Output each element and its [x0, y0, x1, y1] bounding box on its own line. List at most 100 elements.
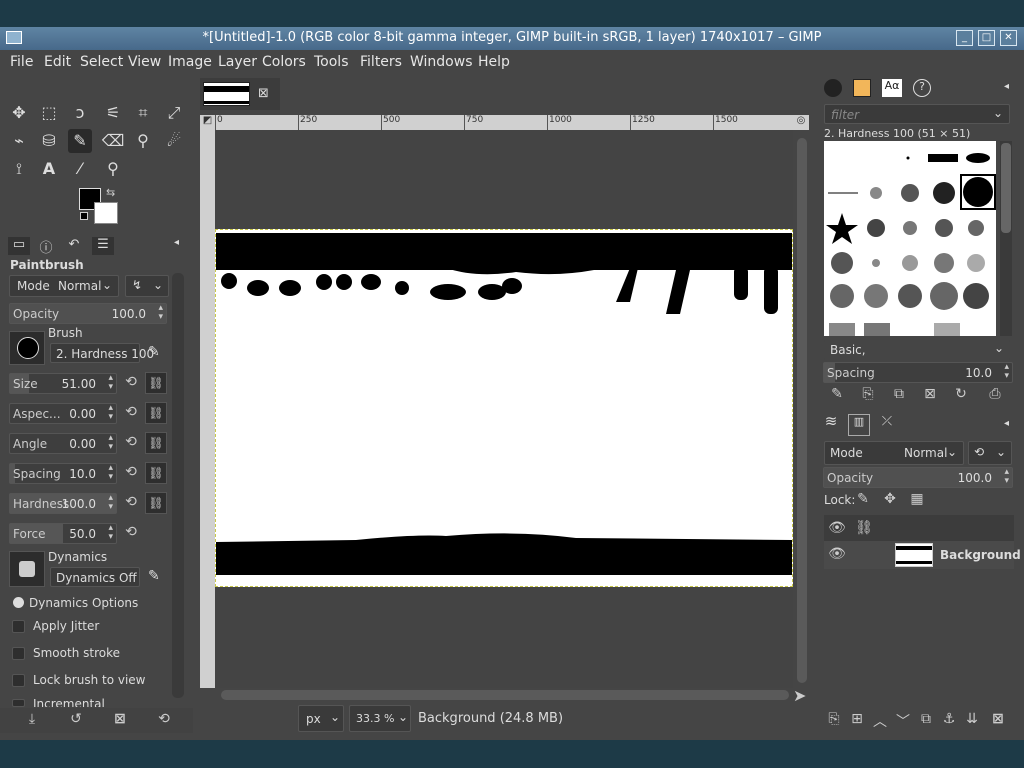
zoom-dropdown[interactable]: 33.3 % ⌄ [349, 705, 411, 732]
reset-icon[interactable]: ⟲ [122, 434, 140, 452]
link-chain-icon[interactable]: ⛓ [145, 462, 167, 484]
lasso-tool-icon[interactable]: ↄ [68, 101, 92, 125]
menu-filters[interactable]: Filters [360, 54, 402, 70]
unit-dropdown[interactable]: px ⌄ [298, 705, 344, 732]
dock-menu-icon[interactable]: ◂ [1004, 418, 1009, 429]
brush-preview[interactable] [9, 331, 45, 365]
clone-tool-icon[interactable]: ⚲ [131, 129, 155, 153]
fuzzy-select-tool-icon[interactable]: ⚟ [101, 101, 125, 125]
swap-colors-icon[interactable]: ⇆ [106, 186, 115, 199]
tab-fonts[interactable]: Aα [882, 79, 902, 97]
tab-tool-options[interactable]: ▭ [8, 237, 30, 255]
layer-row-background[interactable]: 👁 Background [824, 541, 1021, 569]
lock-alpha-icon[interactable]: ▦ [907, 491, 927, 507]
brush-grid-scrollbar[interactable] [1000, 141, 1012, 336]
duplicate-brush-icon[interactable]: ⧉ [889, 386, 909, 402]
link-chain-icon[interactable]: ⛓ [145, 492, 167, 514]
tab-device-status[interactable]: ⓘ [35, 237, 57, 256]
crop-tool-icon[interactable]: ⌗ [131, 101, 155, 125]
menu-help[interactable]: Help [478, 54, 510, 70]
opacity-slider[interactable]: Opacity 100.0 ▴ ▾ [9, 303, 167, 324]
anchor-layer-icon[interactable]: ⚓ [939, 711, 959, 727]
spin-arrows-icon[interactable]: ▴ ▾ [1004, 468, 1009, 486]
menu-file[interactable]: File [10, 54, 33, 70]
brush-spacing-slider[interactable]: Spacing 10.0 ▴ ▾ [823, 362, 1013, 383]
dynamics-preview[interactable] [9, 551, 45, 587]
tab-paths[interactable]: ⤫ [876, 414, 898, 436]
smooth-stroke-checkbox[interactable] [12, 647, 25, 660]
brush-preset-dropdown[interactable]: Basic, ⌄ [824, 340, 1010, 360]
raise-layer-icon[interactable]: ︿ [870, 711, 890, 731]
text-tool-icon[interactable]: A [37, 157, 61, 181]
spin-arrows-icon[interactable]: ▴ ▾ [108, 494, 113, 512]
close-window-button[interactable]: ✕ [1000, 30, 1017, 46]
spin-arrows-icon[interactable]: ▴ ▾ [1004, 363, 1009, 381]
tab-patterns[interactable] [853, 79, 871, 97]
reset-options-icon[interactable]: ⟲ [154, 711, 174, 727]
expand-icon[interactable] [13, 597, 24, 608]
menu-image[interactable]: Image [168, 54, 212, 70]
menu-layer[interactable]: Layer [218, 54, 257, 70]
reset-icon[interactable]: ⟲ [122, 464, 140, 482]
lower-layer-icon[interactable]: ﹀ [893, 711, 913, 731]
tab-help[interactable]: ? [913, 79, 931, 97]
slider-1[interactable]: Aspec... 0.00 ▴ ▾ [9, 403, 117, 424]
tab-brushes[interactable] [824, 79, 842, 97]
reset-icon[interactable]: ⟲ [122, 404, 140, 422]
horizontal-ruler[interactable]: 0 250 500 750 1000 1250 1500 [215, 115, 793, 130]
slider-4[interactable]: Hardness 100.0 ▴ ▾ [9, 493, 117, 514]
mode-dropdown[interactable]: Mode Normal ⌄ [9, 275, 119, 297]
quick-mask-icon[interactable]: ◩ [200, 115, 215, 130]
duplicate-layer-icon[interactable]: ⧉ [916, 711, 936, 727]
link-chain-icon[interactable]: ⛓ [145, 432, 167, 454]
warp-tool-icon[interactable]: ⌁ [7, 129, 31, 153]
spin-arrows-icon[interactable]: ▴ ▾ [108, 434, 113, 452]
bucket-fill-tool-icon[interactable]: ⛁ [37, 129, 61, 153]
tool-options-scrollbar[interactable] [172, 273, 184, 698]
lock-brush-checkbox[interactable] [12, 674, 25, 687]
layer-opacity-slider[interactable]: Opacity 100.0 ▴ ▾ [823, 467, 1013, 488]
reset-icon[interactable]: ⟲ [122, 494, 140, 512]
new-layer-icon[interactable]: ⎘ [824, 711, 844, 727]
chain-icon[interactable]: ⛓ [854, 520, 874, 536]
background-color[interactable] [94, 202, 118, 224]
smudge-tool-icon[interactable]: ☄ [162, 129, 186, 153]
save-options-icon[interactable]: ⤓ [22, 711, 42, 727]
zoom-fit-icon[interactable]: ◎ [793, 115, 809, 130]
dynamics-options-toggle[interactable]: Dynamics Options [29, 596, 138, 610]
link-chain-icon[interactable]: ⛓ [145, 372, 167, 394]
slider-2[interactable]: Angle 0.00 ▴ ▾ [9, 433, 117, 454]
spin-arrows-icon[interactable]: ▴ ▾ [108, 404, 113, 422]
brush-filter-input[interactable]: filter ⌄ [824, 104, 1010, 124]
spin-arrows-icon[interactable]: ▴ ▾ [108, 374, 113, 392]
delete-brush-icon[interactable]: ⊠ [920, 386, 940, 402]
spin-arrows-icon[interactable]: ▴ ▾ [108, 524, 113, 542]
paths-tool-icon[interactable]: ⟟ [7, 157, 31, 181]
lock-position-icon[interactable]: ✥ [880, 491, 900, 507]
layer-mode-dropdown[interactable]: Mode Normal ⌄ [824, 441, 964, 465]
new-brush-icon[interactable]: ⎘ [858, 386, 878, 402]
apply-jitter-checkbox[interactable] [12, 620, 25, 633]
image-canvas[interactable] [215, 229, 793, 587]
slider-0[interactable]: Size 51.00 ▴ ▾ [9, 373, 117, 394]
menu-windows[interactable]: Windows [410, 54, 473, 70]
merge-layer-icon[interactable]: ⇊ [962, 711, 982, 727]
delete-options-icon[interactable]: ⊠ [110, 711, 130, 727]
layer-visibility-icon[interactable]: 👁 [827, 546, 847, 562]
reset-icon[interactable]: ⟲ [122, 524, 140, 542]
edit-brush-icon[interactable]: ✎ [827, 386, 847, 402]
color-picker-tool-icon[interactable]: ⁄ [68, 157, 92, 181]
menu-view[interactable]: View [128, 54, 161, 70]
menu-colors[interactable]: Colors [262, 54, 306, 70]
vertical-scrollbar[interactable] [795, 130, 809, 690]
brush-name-field[interactable]: 2. Hardness 100 [50, 343, 154, 363]
incremental-checkbox[interactable] [12, 699, 25, 707]
tab-channels[interactable]: ▥ [848, 414, 870, 436]
refresh-brushes-icon[interactable]: ↻ [951, 386, 971, 402]
spin-arrows-icon[interactable]: ▴ ▾ [158, 304, 163, 322]
tab-undo-history[interactable]: ↶ [63, 237, 85, 255]
spin-arrows-icon[interactable]: ▴ ▾ [108, 464, 113, 482]
link-chain-icon[interactable]: ⛓ [145, 402, 167, 424]
reset-icon[interactable]: ⟲ [122, 374, 140, 392]
dock-menu-icon[interactable]: ◂ [1004, 81, 1009, 92]
